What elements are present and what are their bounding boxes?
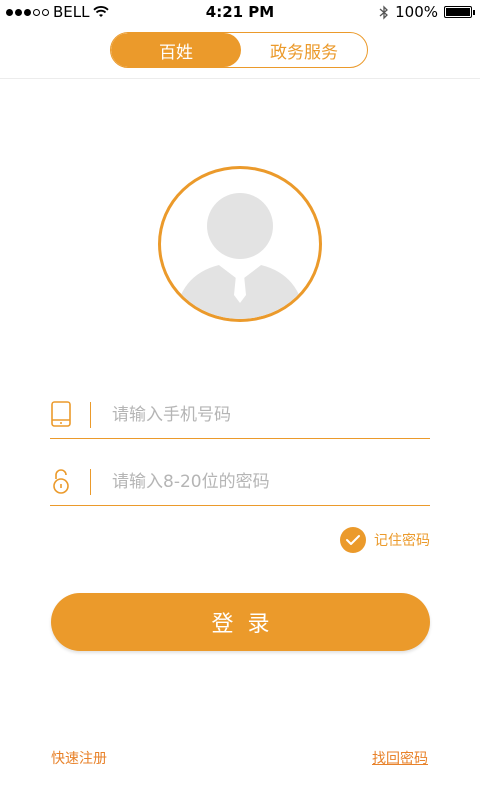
phone-input[interactable] [112, 398, 422, 432]
password-input[interactable] [112, 465, 422, 499]
status-right: 100% [379, 3, 475, 21]
status-bar: BELL 4:21 PM 100% [0, 0, 480, 24]
bluetooth-icon [379, 4, 389, 20]
phone-field-separator [90, 402, 91, 428]
user-avatar-icon [158, 166, 322, 322]
battery-percent: 100% [395, 3, 438, 21]
login-button[interactable]: 登录 [51, 593, 430, 651]
user-type-tabs: 百姓 政务服务 [110, 32, 368, 68]
header-divider [0, 78, 480, 79]
avatar-silhouette [175, 193, 305, 319]
unlock-icon [53, 469, 69, 494]
battery-icon [444, 6, 475, 18]
tab-citizen[interactable]: 百姓 [111, 33, 241, 67]
quick-register-link[interactable]: 快速注册 [51, 748, 107, 768]
recover-password-link[interactable]: 找回密码 [372, 748, 428, 768]
remember-password-label: 记住密码 [374, 533, 430, 549]
remember-password-toggle[interactable]: 记住密码 [340, 527, 430, 553]
tab-government-services[interactable]: 政务服务 [241, 33, 367, 67]
password-field [50, 465, 430, 506]
checkmark-icon[interactable] [340, 527, 366, 553]
password-field-separator [90, 469, 91, 495]
tablet-icon [51, 401, 71, 427]
phone-field [50, 398, 430, 439]
